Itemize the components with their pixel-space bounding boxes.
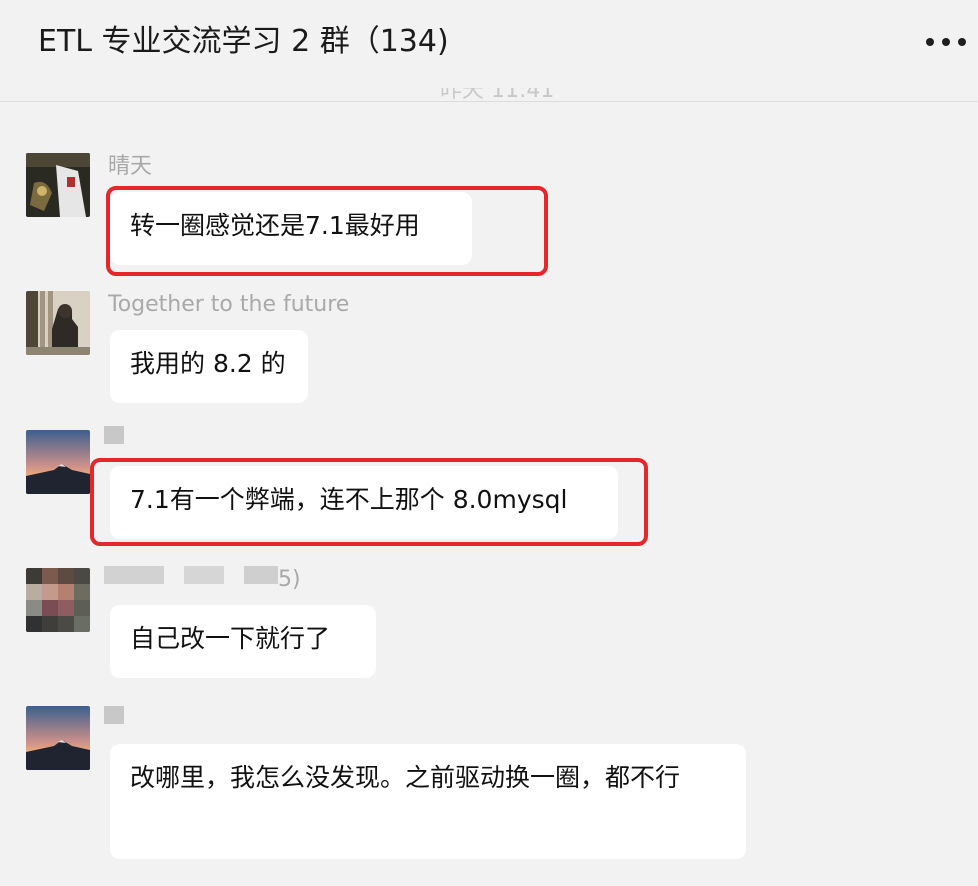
redacted-name [184,566,224,584]
redacted-name [104,706,124,724]
sender-name: 晴天 [108,154,153,179]
avatar[interactable] [26,568,90,632]
chat-title: ETL 专业交流学习 2 群（134) [38,24,449,59]
user-avatar-photo [26,706,90,770]
message-bubble[interactable]: 我用的 8.2 的 [110,330,308,403]
more-options-icon[interactable] [926,30,966,54]
message-bubble[interactable]: 改哪里，我怎么没发现。之前驱动换一圈，都不行 [110,744,746,859]
user-avatar-photo [26,568,90,632]
message-bubble[interactable]: 自己改一下就行了 [110,605,376,678]
sender-name: Together to the future [108,292,350,317]
more-dot [958,38,966,46]
user-avatar-photo [26,291,90,355]
message-timestamp: 昨天 11:41 [440,88,555,103]
user-avatar-photo [26,430,90,494]
more-dot [942,38,950,46]
chat-header: ETL 专业交流学习 2 群（134) [0,0,978,102]
avatar[interactable] [26,706,90,770]
more-dot [926,38,934,46]
redacted-name [104,426,124,444]
avatar[interactable] [26,291,90,355]
avatar[interactable] [26,153,90,217]
avatar[interactable] [26,430,90,494]
redacted-name [104,566,164,584]
message-bubble[interactable]: 转一圈感觉还是7.1最好用 [110,192,472,265]
redacted-name [244,566,278,584]
user-avatar-photo [26,153,90,217]
sender-name: 5) [278,567,301,592]
message-bubble[interactable]: 7.1有一个弊端，连不上那个 8.0mysql [110,466,618,539]
